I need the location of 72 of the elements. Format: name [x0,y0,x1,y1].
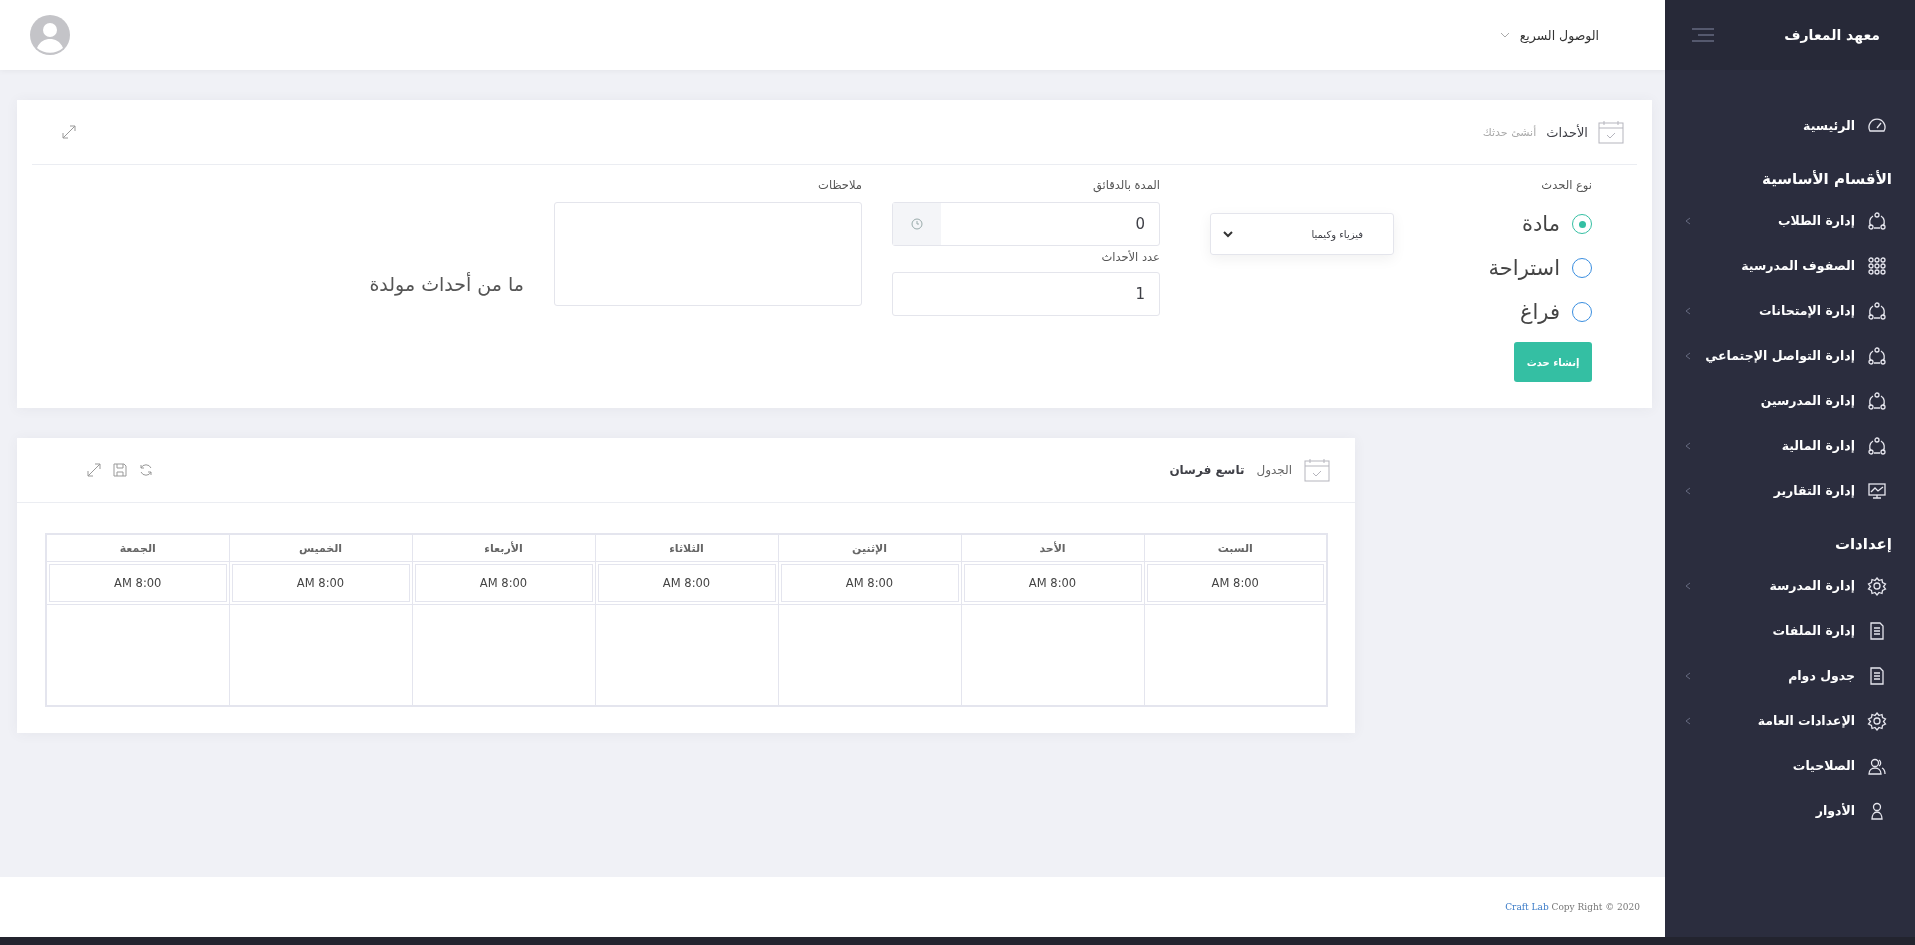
calendar-icon [1304,458,1330,482]
nodes-icon [1867,390,1887,411]
copyright-text: Copy Right © 2020 [1551,902,1640,912]
sidebar-item[interactable]: إدارة الطلاب [1665,198,1915,243]
sidebar-item[interactable]: إدارة المدرسين [1665,378,1915,423]
column-header: الخميس [229,534,412,562]
sidebar-item[interactable]: جدول دوام [1665,653,1915,698]
count-field[interactable]: 1 [892,272,1160,316]
sidebar-item[interactable]: الرئيسية [1665,103,1915,148]
sidebar-item[interactable]: الصلاحيات [1665,743,1915,788]
document-icon [1867,665,1887,686]
column-header: الجمعة [46,534,229,562]
settings-icon [1867,575,1887,596]
column-header: الثلاثاء [595,534,778,562]
nodes-icon [1867,300,1887,321]
card-title: الأحداث [1546,124,1588,140]
duration-field[interactable]: 0 [892,202,1160,246]
sidebar-item[interactable]: إدارة الإمتحانات [1665,288,1915,333]
quick-access-menu[interactable]: الوصول السريع [1493,26,1605,44]
card-title: الجدول [1256,463,1292,477]
sidebar-item[interactable]: إدارة الملفات [1665,608,1915,653]
time-slot[interactable]: 8:00 AM [231,564,410,602]
radio-option[interactable]: مادة [1474,202,1592,246]
nodes-icon [1867,210,1887,231]
document-icon [1867,620,1887,641]
refresh-icon[interactable] [139,463,153,477]
brand-link[interactable]: Craft Lab [1505,902,1549,912]
field-label: المدة بالدقائق [1091,178,1160,192]
chart-icon [1867,480,1887,501]
app-title: معهد المعارف [1784,27,1880,43]
avatar-icon[interactable] [29,14,71,56]
sidebar-item[interactable]: الإعدادات العامة [1665,698,1915,743]
caret-icon [1223,230,1233,238]
card-subtitle: أنشئ حدثك [1482,125,1537,139]
sidebar-item[interactable]: إدارة المدرسة [1665,563,1915,608]
column-header: الأحد [961,534,1144,562]
nodes-icon [1867,345,1887,366]
empty-message: ما من أحداث مولدة [369,273,524,295]
section-heading: الأقسام الأساسية [1761,169,1893,190]
grid-icon [1867,255,1887,276]
caret-icon [1499,32,1510,38]
field-label: عدد الأحداث [1100,250,1160,264]
calendar-icon [1598,120,1624,144]
time-slot[interactable]: 8:00 AM [49,564,227,602]
clock-icon [911,218,923,230]
time-slot[interactable]: 8:00 AM [597,564,776,602]
sidebar-item[interactable]: إدارة التواصل الإجتماعي [1665,333,1915,378]
radio-option[interactable]: فراغ [1474,290,1592,334]
settings-icon [1867,710,1887,731]
class-name: تاسع فرسان [1169,463,1245,477]
radio-option[interactable]: استراحة [1474,246,1592,290]
field-label: نوع الحدث [1540,178,1592,192]
expand-icon[interactable] [87,463,101,477]
sidebar-item[interactable]: الأدوار [1665,788,1915,833]
subject-select[interactable]: فيزياء وكيميا [1210,213,1394,255]
column-header: الإثنين [778,534,961,562]
menu-icon[interactable] [1690,27,1716,43]
notes-field[interactable] [554,202,862,306]
expand-icon[interactable] [62,125,76,139]
column-header: السبت [1144,534,1327,562]
section-heading: إعدادات [1833,534,1893,555]
column-header: الأربعاء [412,534,595,562]
time-slot[interactable]: 8:00 AM [963,564,1142,602]
save-icon[interactable] [113,463,127,477]
field-label: ملاحظات [817,178,862,192]
sidebar-item[interactable]: إدارة المالية [1665,423,1915,468]
sidebar-item[interactable]: إدارة التقارير [1665,468,1915,513]
nodes-icon [1867,435,1887,456]
time-slot[interactable]: 8:00 AM [780,564,959,602]
time-slot[interactable]: 8:00 AM [1146,564,1324,602]
sidebar-item[interactable]: الصفوف المدرسية [1665,243,1915,288]
time-slot[interactable]: 8:00 AM [414,564,593,602]
